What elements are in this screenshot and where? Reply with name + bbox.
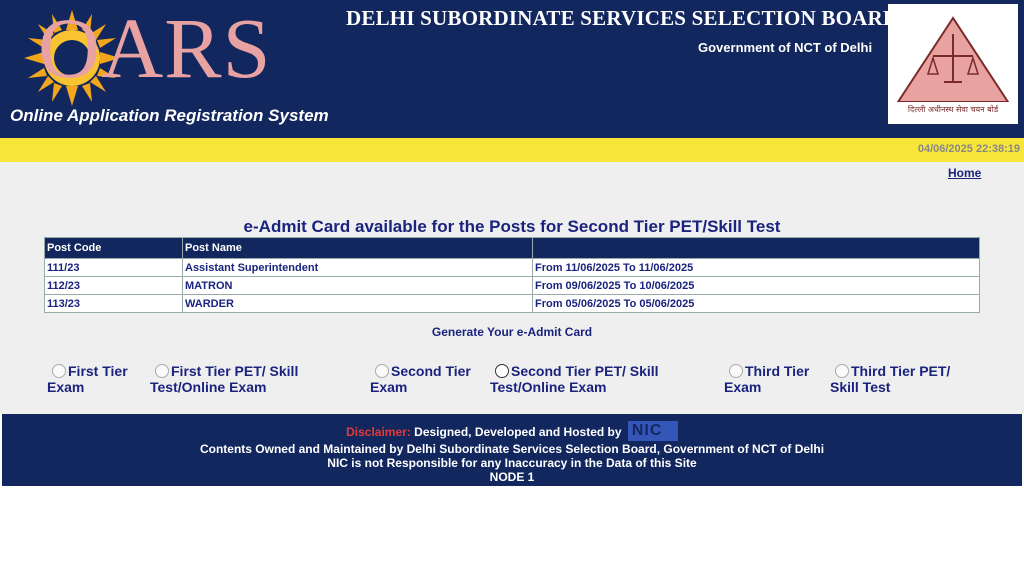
board-seal: दिल्ली अधीनस्थ सेवा चयन बोर्ड xyxy=(888,4,1018,124)
posts-table: Post Code Post Name 111/23 Assistant Sup… xyxy=(44,237,980,313)
footer-responsibility-text: NIC is not Responsible for any Inaccurac… xyxy=(327,456,697,470)
radio-button[interactable] xyxy=(835,364,849,378)
table-row: 111/23 Assistant Superintendent From 11/… xyxy=(44,258,980,277)
footer-hosted-text: Designed, Developed and Hosted by xyxy=(414,425,622,439)
option-second-tier-exam[interactable]: Second Tier Exam xyxy=(370,363,471,395)
board-title: DELHI SUBORDINATE SERVICES SELECTION BOA… xyxy=(346,6,899,30)
date-range-cell: From 09/06/2025 To 10/06/2025 xyxy=(532,276,980,295)
home-link[interactable]: Home xyxy=(948,166,981,180)
radio-button[interactable] xyxy=(729,364,743,378)
date-bar: 04/06/2025 22:38:19 xyxy=(0,138,1024,162)
main-content: Home e-Admit Card available for the Post… xyxy=(0,162,1024,414)
option-third-tier-pet[interactable]: Third Tier PET/ Skill Test xyxy=(830,363,950,395)
footer-node-text: NODE 1 xyxy=(489,470,535,484)
disclaimer-label: Disclaimer: xyxy=(346,425,411,439)
seal-text: दिल्ली अधीनस्थ सेवा चयन बोर्ड xyxy=(908,104,999,114)
header-post-code: Post Code xyxy=(44,237,183,259)
radio-button[interactable] xyxy=(495,364,509,378)
site-header: OARS Online Application Registration Sys… xyxy=(0,0,1024,138)
post-name-cell: Assistant Superintendent xyxy=(182,258,533,277)
post-name-cell: MATRON xyxy=(182,276,533,295)
radio-button[interactable] xyxy=(52,364,66,378)
option-label-line2: Exam xyxy=(47,379,85,395)
post-name-cell: WARDER xyxy=(182,294,533,313)
option-label: Third Tier PET/ xyxy=(851,363,951,379)
option-label-line2: Test/Online Exam xyxy=(490,379,607,395)
option-label: Third Tier xyxy=(745,363,810,379)
table-row: 112/23 MATRON From 09/06/2025 To 10/06/2… xyxy=(44,276,980,295)
datetime-label: 04/06/2025 22:38:19 xyxy=(917,143,1020,155)
site-footer: Disclaimer: Designed, Developed and Host… xyxy=(2,414,1022,486)
option-label-line2: Exam xyxy=(724,379,762,395)
option-first-tier-pet[interactable]: First Tier PET/ Skill Test/Online Exam xyxy=(150,363,298,395)
logo-text: OARS xyxy=(38,0,272,96)
option-third-tier-exam[interactable]: Third Tier Exam xyxy=(724,363,809,395)
date-range-cell: From 05/06/2025 To 05/06/2025 xyxy=(532,294,980,313)
page-heading: e-Admit Card available for the Posts for… xyxy=(243,217,781,236)
footer-line-1: Disclaimer: Designed, Developed and Host… xyxy=(2,421,1022,441)
option-label-line2: Test/Online Exam xyxy=(150,379,267,395)
post-code-cell: 112/23 xyxy=(44,276,183,295)
header-post-name: Post Name xyxy=(182,237,533,259)
generate-label: Generate Your e-Admit Card xyxy=(431,325,593,339)
nic-logo-text: NIC xyxy=(631,422,663,439)
government-label: Government of NCT of Delhi xyxy=(698,40,873,55)
seal-emblem-icon: दिल्ली अधीनस्थ सेवा चयन बोर्ड xyxy=(896,16,1010,114)
oars-logo: OARS xyxy=(10,0,330,106)
table-header-row: Post Code Post Name xyxy=(44,237,980,259)
footer-contents-text: Contents Owned and Maintained by Delhi S… xyxy=(199,442,825,456)
radio-button[interactable] xyxy=(155,364,169,378)
option-second-tier-pet[interactable]: Second Tier PET/ Skill Test/Online Exam xyxy=(490,363,659,395)
option-label-line2: Skill Test xyxy=(830,379,891,395)
option-label: First Tier xyxy=(68,363,128,379)
radio-button[interactable] xyxy=(375,364,389,378)
table-row: 113/23 WARDER From 05/06/2025 To 05/06/2… xyxy=(44,294,980,313)
option-label-line2: Exam xyxy=(370,379,408,395)
option-first-tier-exam[interactable]: First Tier Exam xyxy=(47,363,128,395)
post-code-cell: 113/23 xyxy=(44,294,183,313)
nic-logo: NIC xyxy=(627,421,678,441)
option-label: Second Tier PET/ Skill xyxy=(511,363,659,379)
tagline: Online Application Registration System xyxy=(10,106,329,125)
option-label: First Tier PET/ Skill xyxy=(171,363,299,379)
header-dates xyxy=(532,237,980,259)
option-label: Second Tier xyxy=(391,363,471,379)
date-range-cell: From 11/06/2025 To 11/06/2025 xyxy=(532,258,980,277)
post-code-cell: 111/23 xyxy=(44,258,183,277)
